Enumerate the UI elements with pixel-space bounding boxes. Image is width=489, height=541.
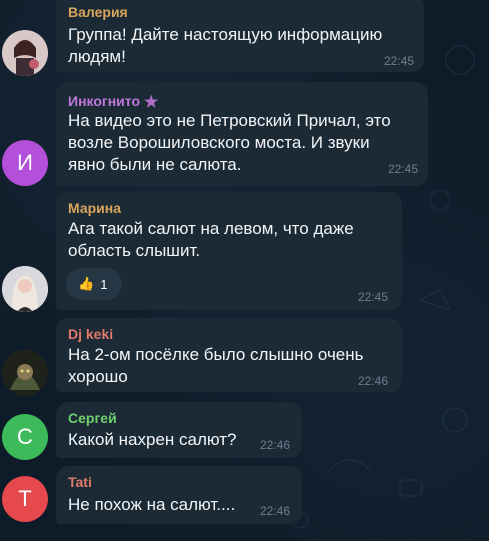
message-bubble[interactable]: Dj keki На 2-ом посёлке было слышно очен… — [56, 318, 402, 392]
photo-blonde-icon — [2, 266, 48, 312]
message-time: 22:46 — [357, 374, 388, 388]
message-bubble[interactable]: Валерия Группа! Дайте настоящую информац… — [56, 0, 424, 72]
avatar-letter: С — [17, 424, 33, 449]
avatar-letter: T — [18, 486, 32, 511]
message-time: 22:45 — [357, 290, 388, 304]
message-text: Не похож на салют.... — [68, 495, 236, 514]
avatar-sergey[interactable]: С — [2, 414, 48, 460]
message-bubble[interactable]: Инкогнито ★ На видео это не Петровский Пр… — [56, 82, 428, 186]
message-time: 22:46 — [259, 504, 290, 518]
sender-name[interactable]: Марина — [68, 200, 121, 216]
message-bubble[interactable]: Сергей Какой нахрен салют? 22:46 — [56, 402, 302, 458]
avatar-letter: И — [17, 150, 33, 175]
avatar-marina[interactable] — [2, 266, 48, 312]
sender-name[interactable]: Tati — [68, 474, 92, 490]
photo-woman-icon — [2, 30, 48, 76]
message-text: Группа! Дайте настоящую информацию людям… — [68, 25, 383, 66]
avatar-valeria[interactable] — [2, 30, 48, 76]
reaction-chip[interactable]: 👍 1 — [66, 268, 122, 300]
message-time: 22:46 — [259, 438, 290, 452]
message-bubble[interactable]: Марина Ага такой салют на левом, что даж… — [56, 192, 402, 310]
thumbs-up-icon: 👍 — [78, 276, 95, 291]
sender-name[interactable]: Сергей — [68, 410, 117, 426]
avatar-djkeki[interactable] — [2, 350, 48, 396]
message-text: Какой нахрен салют? — [68, 430, 237, 449]
avatar-incognito[interactable]: И — [2, 140, 48, 186]
message-text: Ага такой салют на левом, что даже облас… — [68, 219, 354, 260]
sender-name[interactable]: Инкогнито ★ — [68, 92, 158, 112]
message-time: 22:45 — [383, 54, 414, 68]
message-text: На видео это не Петровский Причал, это в… — [68, 111, 391, 174]
message-text: На 2-ом посёлке было слышно очень хорошо — [68, 345, 364, 386]
photo-character-icon — [2, 350, 48, 396]
premium-star-icon: ★ — [144, 94, 159, 111]
sender-name[interactable]: Dj keki — [68, 326, 113, 342]
avatar-tati[interactable]: T — [2, 476, 48, 522]
message-bubble[interactable]: Tati Не похож на салют.... 22:46 — [56, 466, 302, 524]
sender-name[interactable]: Валерия — [68, 4, 128, 20]
reaction-count: 1 — [100, 276, 108, 292]
message-time: 22:45 — [387, 162, 418, 176]
